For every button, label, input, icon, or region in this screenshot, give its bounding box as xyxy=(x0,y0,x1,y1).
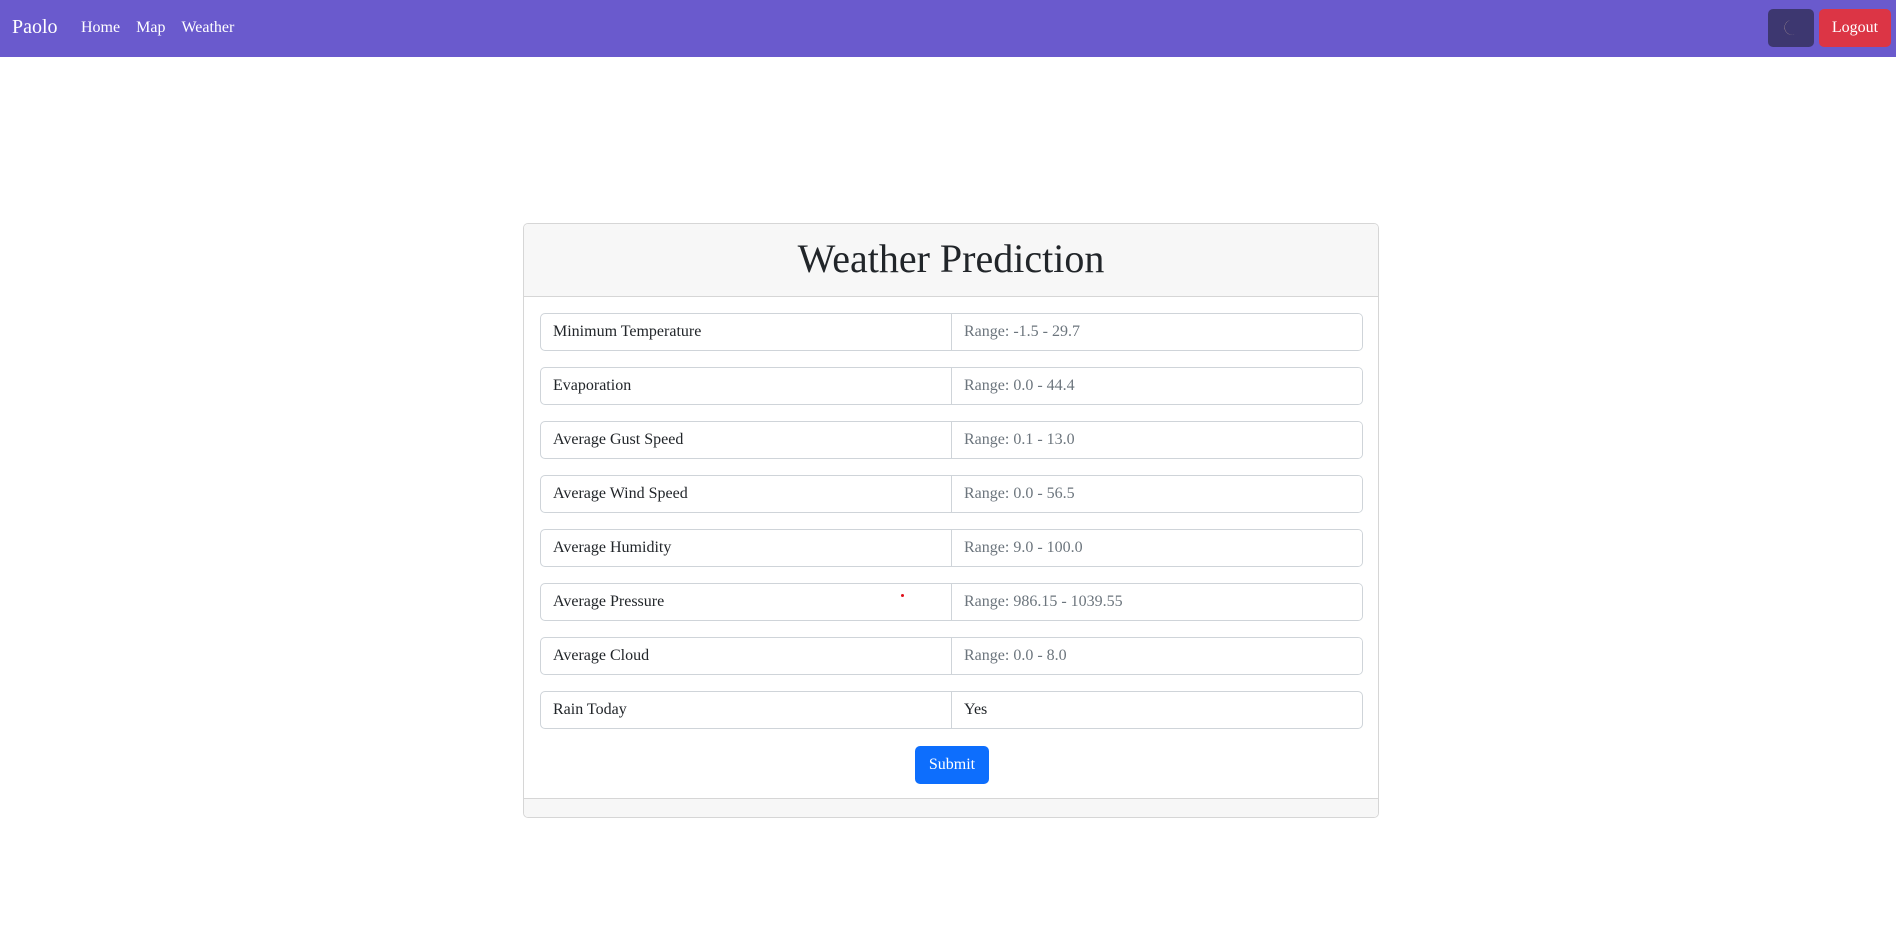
pressure-input[interactable] xyxy=(952,584,1362,620)
field-row-cloud: Average Cloud xyxy=(540,637,1363,675)
card-header: Weather Prediction xyxy=(524,224,1378,297)
theme-toggle-button[interactable] xyxy=(1768,9,1814,47)
navbar: Paolo Home Map Weather Logout xyxy=(0,0,1896,57)
nav-link-map[interactable]: Map xyxy=(136,18,165,38)
field-label: Average Wind Speed xyxy=(541,476,952,512)
field-row-pressure: Average Pressure xyxy=(540,583,1363,621)
form-fields: Minimum Temperature Evaporation Average … xyxy=(540,313,1363,745)
moon-icon xyxy=(1784,20,1795,35)
humidity-input[interactable] xyxy=(952,530,1362,566)
field-row-gust-speed: Average Gust Speed xyxy=(540,421,1363,459)
cloud-input[interactable] xyxy=(952,638,1362,674)
field-label: Evaporation xyxy=(541,368,952,404)
field-label: Average Pressure xyxy=(541,584,952,620)
field-label: Average Cloud xyxy=(541,638,952,674)
card-footer xyxy=(524,798,1378,817)
cursor-dot xyxy=(901,594,904,597)
min-temperature-input[interactable] xyxy=(952,314,1362,350)
field-label: Average Humidity xyxy=(541,530,952,566)
field-row-min-temperature: Minimum Temperature xyxy=(540,313,1363,351)
field-row-evaporation: Evaporation xyxy=(540,367,1363,405)
field-row-wind-speed: Average Wind Speed xyxy=(540,475,1363,513)
brand-link[interactable]: Paolo xyxy=(12,15,58,39)
field-row-humidity: Average Humidity xyxy=(540,529,1363,567)
gust-speed-input[interactable] xyxy=(952,422,1362,458)
page-title: Weather Prediction xyxy=(797,236,1105,281)
nav-link-home[interactable]: Home xyxy=(81,18,120,38)
field-label: Minimum Temperature xyxy=(541,314,952,350)
wind-speed-input[interactable] xyxy=(952,476,1362,512)
nav-links: Home Map Weather xyxy=(81,18,234,38)
logout-button[interactable]: Logout xyxy=(1819,9,1891,47)
submit-button[interactable]: Submit xyxy=(915,746,989,784)
evaporation-input[interactable] xyxy=(952,368,1362,404)
nav-link-weather[interactable]: Weather xyxy=(181,18,234,38)
weather-prediction-card: Weather Prediction Minimum Temperature E… xyxy=(523,223,1379,818)
field-label: Rain Today xyxy=(541,692,952,728)
field-row-rain-today: Rain Today Yes xyxy=(540,691,1363,729)
field-label: Average Gust Speed xyxy=(541,422,952,458)
rain-today-select[interactable]: Yes xyxy=(952,692,1362,728)
